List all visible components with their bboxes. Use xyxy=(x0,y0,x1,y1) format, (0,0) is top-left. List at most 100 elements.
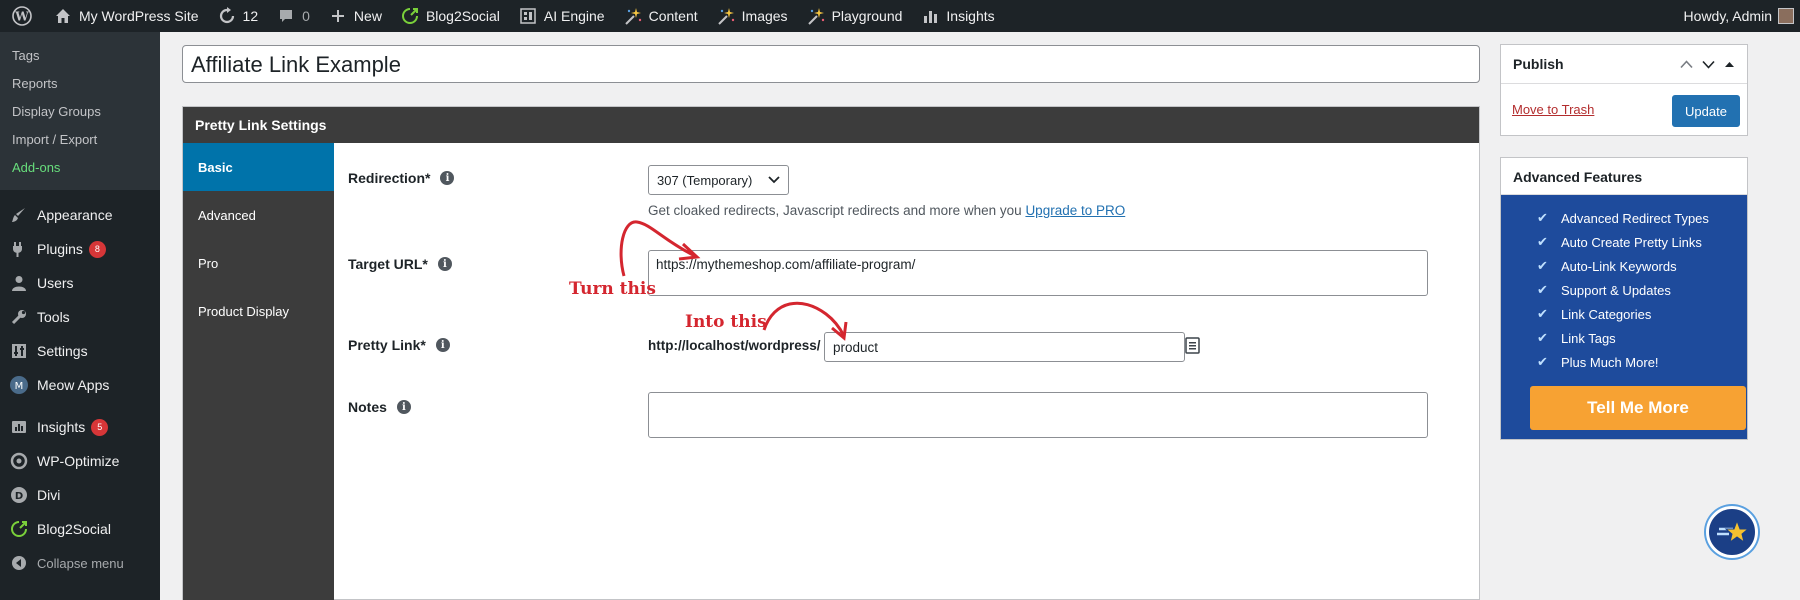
updates-count: 12 xyxy=(242,8,259,24)
tab-product-display[interactable]: Product Display xyxy=(183,287,334,335)
check-icon: ✔ xyxy=(1537,306,1548,321)
collapse-triangle-icon[interactable] xyxy=(1724,60,1735,69)
menu-item-blog2social[interactable]: Blog2Social xyxy=(0,512,160,546)
menu-label: WP-Optimize xyxy=(37,453,120,469)
blog2social-icon xyxy=(400,6,420,26)
pretty-link-settings-title: Pretty Link Settings xyxy=(183,107,1479,143)
box-controls xyxy=(1680,59,1735,69)
floating-help-button[interactable] xyxy=(1706,506,1758,558)
menu-item-tools[interactable]: Tools xyxy=(0,300,160,334)
info-icon[interactable]: i xyxy=(437,257,452,271)
publish-title: Publish xyxy=(1513,56,1564,72)
publish-header: Publish xyxy=(1501,45,1747,84)
insights-label: Insights xyxy=(946,8,995,24)
check-icon: ✔ xyxy=(1537,210,1548,225)
check-icon: ✔ xyxy=(1537,354,1548,369)
tell-me-more-button[interactable]: Tell Me More xyxy=(1530,386,1746,430)
menu-label: Tools xyxy=(37,309,70,325)
wordpress-logo-button[interactable]: W xyxy=(0,0,44,32)
content-link[interactable]: Content xyxy=(614,0,707,32)
chevron-down-icon[interactable] xyxy=(1702,60,1715,69)
chevron-up-icon[interactable] xyxy=(1680,59,1693,69)
menu-item-settings[interactable]: Settings xyxy=(0,334,160,368)
site-name-link[interactable]: My WordPress Site xyxy=(44,0,208,32)
check-icon: ✔ xyxy=(1537,282,1548,297)
info-icon[interactable]: i xyxy=(435,338,450,352)
info-icon[interactable]: i xyxy=(396,400,411,414)
menu-item-plugins[interactable]: Plugins 8 xyxy=(0,232,160,266)
ai-engine-link[interactable]: AI Engine xyxy=(509,0,614,32)
tab-advanced[interactable]: Advanced xyxy=(183,191,334,239)
menu-item-appearance[interactable]: Appearance xyxy=(0,198,160,232)
magic-wand-icon xyxy=(806,6,826,26)
annotation-arrow-into-this xyxy=(762,301,848,341)
target-url-input[interactable]: https://mythemeshop.com/affiliate-progra… xyxy=(648,250,1428,296)
feature-item: ✔ Support & Updates xyxy=(1537,282,1671,298)
submenu-item-add-ons[interactable]: Add-ons xyxy=(0,154,160,182)
pretty-link-label: Pretty Link* xyxy=(348,337,426,353)
pretty-link-slug-input[interactable]: product xyxy=(824,332,1185,362)
move-to-trash-link[interactable]: Move to Trash xyxy=(1512,102,1594,117)
chevron-down-icon xyxy=(768,176,780,184)
menu-item-wp-optimize[interactable]: WP-Optimize xyxy=(0,444,160,478)
tab-basic[interactable]: Basic xyxy=(183,143,334,191)
submenu-item-import-export[interactable]: Import / Export xyxy=(0,126,160,154)
menu-label: Users xyxy=(37,275,74,291)
submenu-item-reports[interactable]: Reports xyxy=(0,70,160,98)
notes-textarea[interactable] xyxy=(648,392,1428,438)
menu-item-meow-apps[interactable]: M Meow Apps xyxy=(0,368,160,402)
check-icon: ✔ xyxy=(1537,258,1548,273)
greeting: Howdy, Admin xyxy=(1683,8,1772,24)
content-label: Content xyxy=(648,8,698,24)
feature-label: Auto Create Pretty Links xyxy=(1561,234,1702,250)
magic-wand-icon xyxy=(716,6,736,26)
collapse-label: Collapse menu xyxy=(37,555,124,571)
annotation-turn-this: Turn this xyxy=(569,279,656,299)
images-link[interactable]: Images xyxy=(707,0,797,32)
comments-count: 0 xyxy=(302,8,310,24)
feature-label: Plus Much More! xyxy=(1561,354,1659,370)
submenu-item-display-groups[interactable]: Display Groups xyxy=(0,98,160,126)
blog2social-link[interactable]: Blog2Social xyxy=(391,0,509,32)
upgrade-to-pro-link[interactable]: Upgrade to PRO xyxy=(1025,203,1125,218)
updates-link[interactable]: 12 xyxy=(208,0,268,32)
publish-box: Publish Move to Trash Update xyxy=(1500,44,1748,136)
plugins-badge: 8 xyxy=(88,240,106,258)
new-content-link[interactable]: New xyxy=(319,0,391,32)
update-button[interactable]: Update xyxy=(1672,95,1740,127)
playground-link[interactable]: Playground xyxy=(797,0,912,32)
annotation-arrow-turn-this xyxy=(619,220,701,277)
insights-link[interactable]: Insights xyxy=(911,0,1003,32)
ai-engine-label: AI Engine xyxy=(543,8,605,24)
meow-apps-icon: M xyxy=(9,375,29,395)
avatar xyxy=(1778,8,1794,24)
blog2social-icon xyxy=(9,519,29,539)
comments-link[interactable]: 0 xyxy=(267,0,319,32)
menu-label: Appearance xyxy=(37,207,113,223)
redirection-label: Redirection* xyxy=(348,170,431,186)
menu-item-users[interactable]: Users xyxy=(0,266,160,300)
blog2social-label: Blog2Social xyxy=(425,8,500,24)
feature-item: ✔ Link Tags xyxy=(1537,330,1616,346)
feature-item: ✔ Advanced Redirect Types xyxy=(1537,210,1709,226)
tab-pro[interactable]: Pro xyxy=(183,239,334,287)
feature-item: ✔ Auto-Link Keywords xyxy=(1537,258,1677,274)
post-title-input[interactable]: Affiliate Link Example xyxy=(182,45,1480,83)
my-account-link[interactable]: Howdy, Admin xyxy=(1675,0,1800,32)
collapse-menu-button[interactable]: Collapse menu xyxy=(0,546,160,580)
check-icon: ✔ xyxy=(1537,234,1548,249)
feature-label: Support & Updates xyxy=(1561,282,1671,298)
svg-text:W: W xyxy=(14,10,29,24)
redirection-select[interactable]: 307 (Temporary) xyxy=(648,165,789,195)
submenu: Tags Reports Display Groups Import / Exp… xyxy=(0,32,160,190)
playground-label: Playground xyxy=(831,8,903,24)
info-icon[interactable]: i xyxy=(440,171,455,185)
menu-label: Divi xyxy=(37,487,61,503)
submenu-item-tags[interactable]: Tags xyxy=(0,42,160,70)
admin-sidebar: Tags Reports Display Groups Import / Exp… xyxy=(0,32,160,600)
clipboard-icon[interactable] xyxy=(1184,336,1201,354)
menu-item-insights[interactable]: Insights 5 xyxy=(0,410,160,444)
advanced-features-body: ✔ Advanced Redirect Types ✔ Auto Create Pr… xyxy=(1501,195,1747,439)
menu-item-divi[interactable]: D Divi xyxy=(0,478,160,512)
redirection-value: 307 (Temporary) xyxy=(657,172,753,188)
